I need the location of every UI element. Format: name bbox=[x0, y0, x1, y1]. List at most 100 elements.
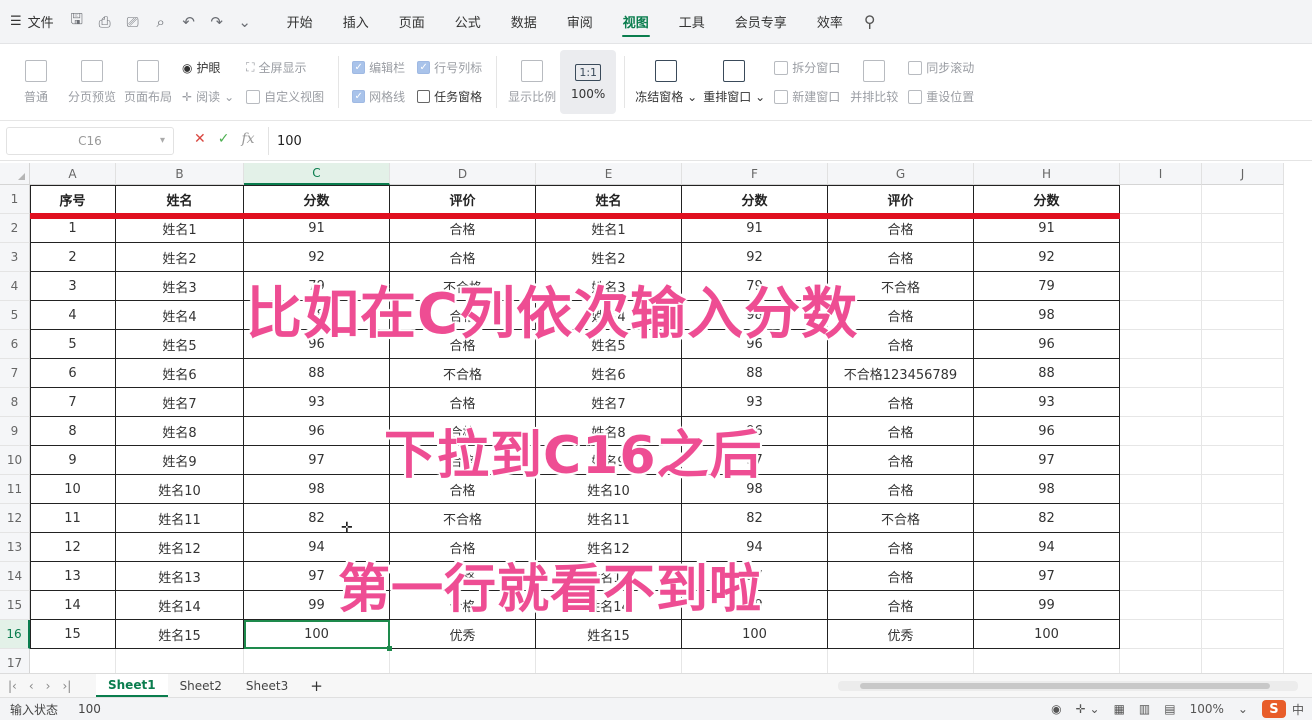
table-header-cell[interactable]: 评价 bbox=[390, 185, 536, 214]
table-cell[interactable]: 合格 bbox=[828, 388, 974, 417]
file-menu[interactable]: ☰ 文件 bbox=[10, 12, 54, 31]
row-header-7[interactable]: 7 bbox=[0, 359, 30, 388]
table-cell[interactable]: 姓名9 bbox=[116, 446, 244, 475]
table-cell[interactable]: 88 bbox=[974, 359, 1120, 388]
empty-cell[interactable] bbox=[1120, 475, 1202, 504]
reading-mode-button[interactable]: ✛ 阅读 ⌄ bbox=[182, 88, 234, 105]
empty-cell[interactable] bbox=[1120, 591, 1202, 620]
sheet-tab-sheet1[interactable]: Sheet1 bbox=[96, 674, 168, 697]
table-cell[interactable]: 93 bbox=[974, 388, 1120, 417]
empty-cell[interactable] bbox=[1120, 214, 1202, 243]
page-layout-icon[interactable]: ▥ bbox=[1139, 702, 1150, 716]
table-cell[interactable]: 姓名15 bbox=[536, 620, 682, 649]
normal-view-button[interactable]: 普通 bbox=[8, 50, 64, 114]
empty-cell[interactable] bbox=[30, 649, 116, 673]
table-cell[interactable]: 姓名11 bbox=[536, 504, 682, 533]
first-sheet-icon[interactable]: |‹ bbox=[8, 679, 17, 693]
export-icon[interactable]: ⎙ bbox=[96, 13, 114, 31]
table-cell[interactable]: 姓名6 bbox=[536, 359, 682, 388]
row-header-6[interactable]: 6 bbox=[0, 330, 30, 359]
empty-cell[interactable] bbox=[1202, 243, 1284, 272]
zoom-level[interactable]: 100% bbox=[1190, 702, 1224, 716]
table-header-cell[interactable]: 分数 bbox=[682, 185, 828, 214]
column-header-d[interactable]: D bbox=[390, 163, 536, 185]
empty-cell[interactable] bbox=[1120, 562, 1202, 591]
normal-view-icon[interactable]: ▦ bbox=[1114, 702, 1125, 716]
table-cell[interactable]: 姓名11 bbox=[116, 504, 244, 533]
page-break-icon[interactable]: ▤ bbox=[1164, 702, 1175, 716]
row-header-16[interactable]: 16 bbox=[0, 620, 30, 649]
empty-cell[interactable] bbox=[682, 649, 828, 673]
table-cell[interactable]: 不合格123456789 bbox=[828, 359, 974, 388]
table-cell[interactable]: 97 bbox=[974, 446, 1120, 475]
table-header-cell[interactable]: 姓名 bbox=[116, 185, 244, 214]
empty-cell[interactable] bbox=[1120, 272, 1202, 301]
table-cell[interactable]: 姓名8 bbox=[116, 417, 244, 446]
zoom-100-button[interactable]: 1:1 100% bbox=[560, 50, 617, 114]
table-cell[interactable]: 98 bbox=[244, 475, 390, 504]
empty-cell[interactable] bbox=[1202, 359, 1284, 388]
table-header-cell[interactable]: 分数 bbox=[244, 185, 390, 214]
empty-cell[interactable] bbox=[1120, 417, 1202, 446]
empty-cell[interactable] bbox=[1202, 185, 1284, 214]
table-cell[interactable]: 合格 bbox=[828, 417, 974, 446]
row-header-15[interactable]: 15 bbox=[0, 591, 30, 620]
search-icon[interactable]: ⚲ bbox=[864, 12, 876, 31]
tab-tools[interactable]: 工具 bbox=[664, 0, 720, 43]
tab-formula[interactable]: 公式 bbox=[440, 0, 496, 43]
tab-data[interactable]: 数据 bbox=[496, 0, 552, 43]
table-cell[interactable]: 88 bbox=[682, 359, 828, 388]
table-cell[interactable]: 96 bbox=[244, 417, 390, 446]
row-header-11[interactable]: 11 bbox=[0, 475, 30, 504]
empty-cell[interactable] bbox=[1202, 504, 1284, 533]
table-cell[interactable]: 96 bbox=[974, 417, 1120, 446]
print-icon[interactable]: ⎚ bbox=[124, 13, 142, 31]
eye-protect-button[interactable]: ◉ 护眼 bbox=[182, 59, 234, 76]
table-cell[interactable]: 14 bbox=[30, 591, 116, 620]
last-sheet-icon[interactable]: ›| bbox=[62, 679, 71, 693]
table-cell[interactable]: 11 bbox=[30, 504, 116, 533]
empty-cell[interactable] bbox=[1202, 649, 1284, 673]
table-cell[interactable]: 合格 bbox=[828, 446, 974, 475]
table-cell[interactable]: 99 bbox=[974, 591, 1120, 620]
table-cell[interactable]: 3 bbox=[30, 272, 116, 301]
table-cell[interactable]: 8 bbox=[30, 417, 116, 446]
table-cell[interactable]: 姓名12 bbox=[116, 533, 244, 562]
tab-review[interactable]: 审阅 bbox=[552, 0, 608, 43]
empty-cell[interactable] bbox=[1120, 243, 1202, 272]
table-cell[interactable]: 姓名4 bbox=[116, 301, 244, 330]
empty-cell[interactable] bbox=[1120, 185, 1202, 214]
table-cell[interactable]: 13 bbox=[30, 562, 116, 591]
table-cell[interactable]: 12 bbox=[30, 533, 116, 562]
table-cell[interactable]: 姓名10 bbox=[116, 475, 244, 504]
split-window-button[interactable]: 拆分窗口 bbox=[774, 59, 840, 76]
prev-sheet-icon[interactable]: ‹ bbox=[29, 679, 34, 693]
name-box[interactable]: C16 ▾ bbox=[6, 127, 174, 155]
column-header-i[interactable]: I bbox=[1120, 163, 1202, 185]
redo-icon[interactable]: ↷ bbox=[208, 13, 226, 31]
table-cell[interactable]: 100 bbox=[974, 620, 1120, 649]
table-cell[interactable]: 姓名13 bbox=[116, 562, 244, 591]
reset-position-button[interactable]: 重设位置 bbox=[908, 88, 974, 105]
empty-cell[interactable] bbox=[1120, 649, 1202, 673]
table-header-cell[interactable]: 序号 bbox=[30, 185, 116, 214]
sheet-tab-sheet2[interactable]: Sheet2 bbox=[168, 674, 234, 697]
column-header-b[interactable]: B bbox=[116, 163, 244, 185]
row-header-9[interactable]: 9 bbox=[0, 417, 30, 446]
empty-cell[interactable] bbox=[1202, 388, 1284, 417]
empty-cell[interactable] bbox=[1202, 562, 1284, 591]
empty-cell[interactable] bbox=[1202, 301, 1284, 330]
tab-efficiency[interactable]: 效率 bbox=[802, 0, 858, 43]
empty-cell[interactable] bbox=[1120, 533, 1202, 562]
table-cell[interactable]: 92 bbox=[244, 243, 390, 272]
table-cell[interactable]: 合格 bbox=[390, 243, 536, 272]
table-cell[interactable]: 4 bbox=[30, 301, 116, 330]
empty-cell[interactable] bbox=[1202, 272, 1284, 301]
table-cell[interactable]: 82 bbox=[244, 504, 390, 533]
table-cell[interactable]: 姓名6 bbox=[116, 359, 244, 388]
scrollbar-thumb[interactable] bbox=[860, 683, 1270, 689]
table-header-cell[interactable]: 评价 bbox=[828, 185, 974, 214]
table-cell[interactable]: 姓名5 bbox=[116, 330, 244, 359]
column-header-a[interactable]: A bbox=[30, 163, 116, 185]
row-header-17[interactable]: 17 bbox=[0, 649, 30, 673]
